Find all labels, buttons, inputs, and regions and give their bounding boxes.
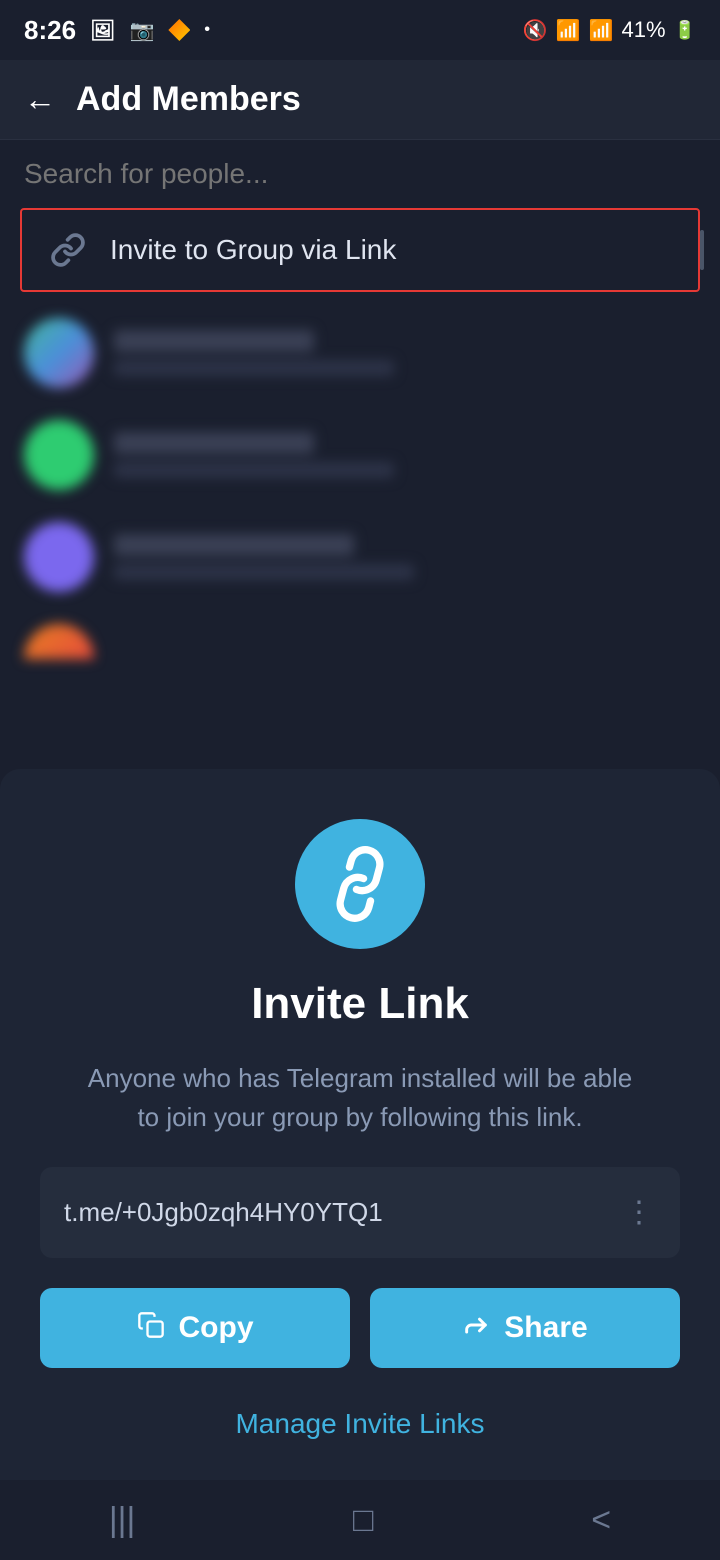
contact-item-4 xyxy=(0,608,720,675)
gallery-icon: 🖼 xyxy=(90,18,115,43)
action-buttons: Copy Share xyxy=(40,1288,680,1368)
page-title: Add Members xyxy=(76,80,301,119)
contact-info-1 xyxy=(114,330,696,376)
copy-label: Copy xyxy=(179,1311,254,1345)
link-options-button[interactable]: ⋮ xyxy=(624,1195,656,1230)
copy-button[interactable]: Copy xyxy=(40,1288,350,1368)
invite-link-url: t.me/+0Jgb0zqh4HY0YTQ1 xyxy=(64,1197,383,1228)
time-display: 8:26 xyxy=(24,15,76,46)
search-input[interactable] xyxy=(24,158,696,190)
signal-icon: 📶 xyxy=(589,18,614,43)
avatar-3 xyxy=(24,522,94,592)
share-icon xyxy=(462,1311,490,1346)
contact-name-3 xyxy=(114,534,354,556)
wifi-icon: 📶 xyxy=(556,18,581,43)
avatar-1 xyxy=(24,318,94,388)
copy-icon xyxy=(137,1311,165,1346)
share-button[interactable]: Share xyxy=(370,1288,680,1368)
share-label: Share xyxy=(504,1311,587,1345)
contact-sub-2 xyxy=(114,462,394,478)
nav-back-icon[interactable]: < xyxy=(591,1501,611,1540)
contact-list xyxy=(0,292,720,685)
contact-item-3 xyxy=(0,506,720,608)
contact-info-3 xyxy=(114,534,696,580)
nav-home-icon[interactable]: □ xyxy=(353,1501,374,1540)
invite-via-link-row[interactable]: Invite to Group via Link xyxy=(20,208,700,292)
avatar-2 xyxy=(24,420,94,490)
contact-sub-1 xyxy=(114,360,394,376)
link-box: t.me/+0Jgb0zqh4HY0YTQ1 ⋮ xyxy=(40,1167,680,1258)
dot-icon: • xyxy=(204,21,210,39)
link-icon-small xyxy=(46,228,90,272)
invite-description: Anyone who has Telegram installed will b… xyxy=(80,1059,640,1137)
snapchat-icon xyxy=(168,19,190,41)
back-button[interactable]: ← xyxy=(24,81,56,118)
nav-bar: ||| □ < xyxy=(0,1480,720,1560)
contact-item-1 xyxy=(0,302,720,404)
battery-icon: 🔋 xyxy=(674,20,696,41)
contact-name-1 xyxy=(114,330,314,352)
battery-display: 41% xyxy=(622,17,666,43)
status-right-icons: 🔇 📶 📶 41% 🔋 xyxy=(523,17,696,43)
contact-name-2 xyxy=(114,432,314,454)
invite-link-title: Invite Link xyxy=(251,979,469,1029)
link-circle-icon-container xyxy=(295,819,425,949)
header: ← Add Members xyxy=(0,60,720,140)
status-bar: 8:26 🖼 📷 • 🔇 📶 📶 41% 🔋 xyxy=(0,0,720,60)
search-bar xyxy=(0,140,720,208)
avatar-4 xyxy=(24,624,94,659)
contact-sub-3 xyxy=(114,564,414,580)
scrollbar xyxy=(700,230,704,270)
contact-item-2 xyxy=(0,404,720,506)
nav-menu-icon[interactable]: ||| xyxy=(109,1501,136,1540)
bottom-sheet: Invite Link Anyone who has Telegram inst… xyxy=(0,769,720,1480)
status-time: 8:26 🖼 📷 • xyxy=(24,15,210,46)
instagram-icon: 📷 xyxy=(129,18,154,43)
invite-link-label: Invite to Group via Link xyxy=(110,234,396,266)
mute-icon: 🔇 xyxy=(523,18,548,43)
contact-info-2 xyxy=(114,432,696,478)
manage-invite-links-button[interactable]: Manage Invite Links xyxy=(235,1408,484,1440)
